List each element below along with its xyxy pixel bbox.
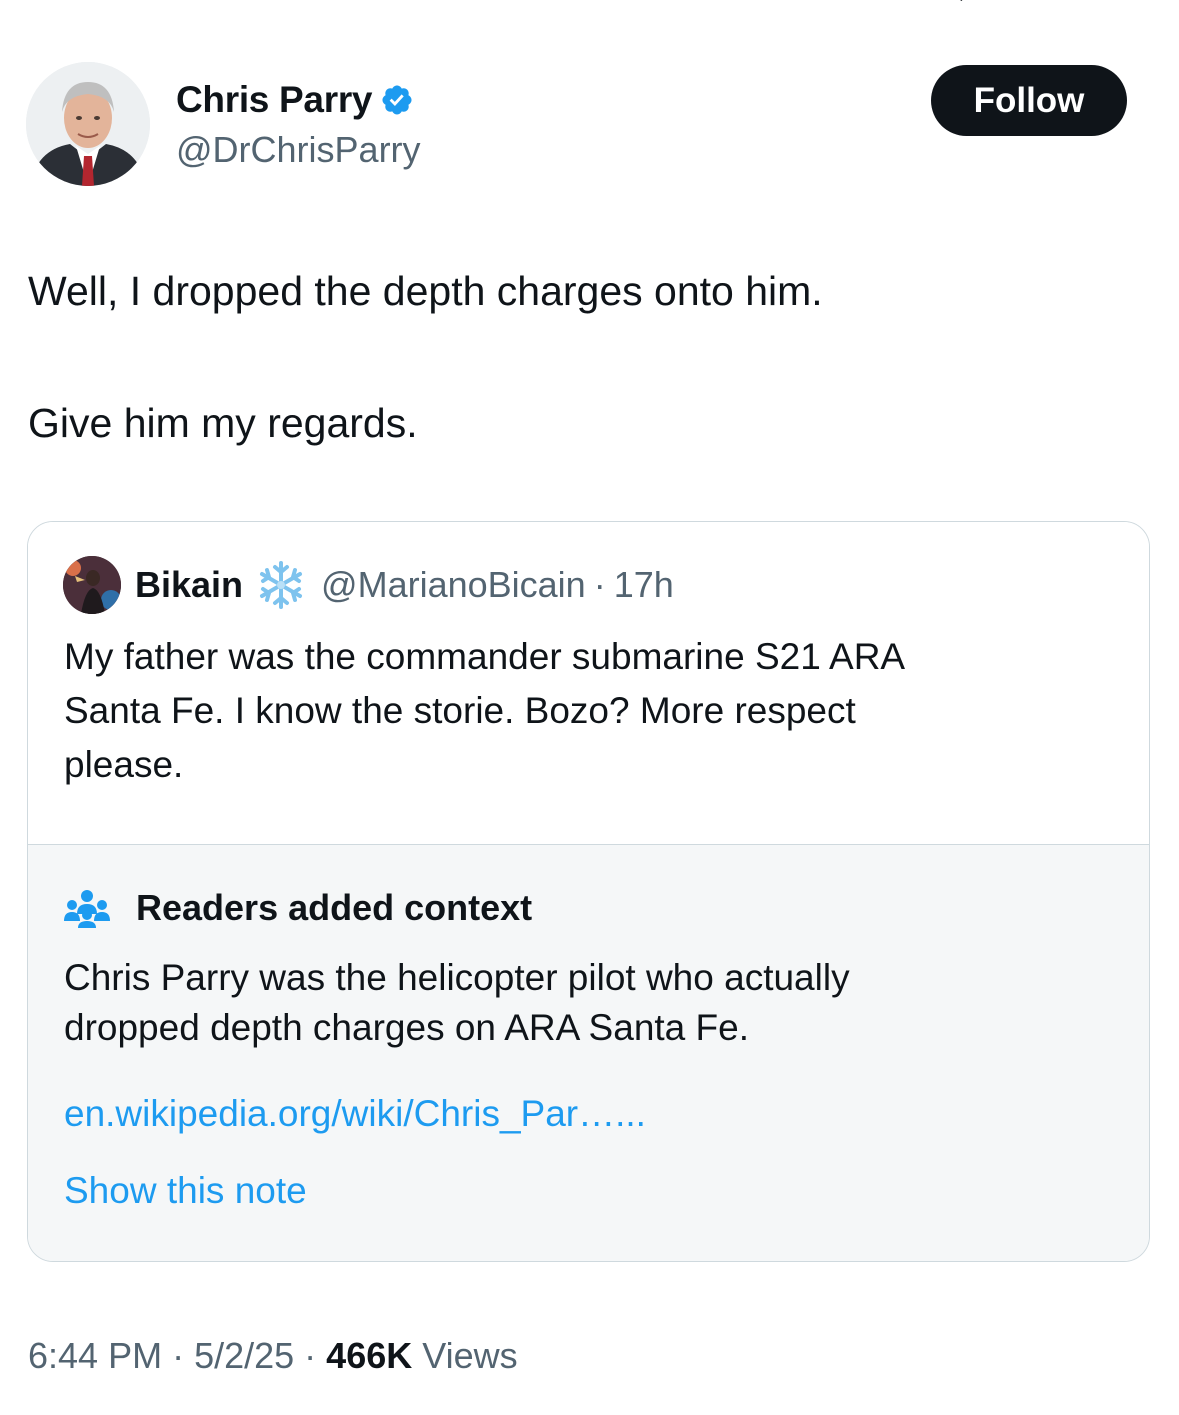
quoted-tweet-text: My father was the commander submarine S2…	[64, 630, 1104, 792]
views-label: Views	[422, 1335, 518, 1376]
quoted-timestamp[interactable]: 17h	[614, 564, 674, 606]
snowflake-icon	[260, 561, 303, 609]
quoted-text-line: please.	[64, 744, 184, 785]
quoted-separator: ·	[593, 564, 606, 605]
note-text-line: Chris Parry was the helicopter pilot who…	[64, 957, 850, 998]
community-note-header: Readers added context	[64, 887, 532, 929]
meta-separator: ·	[304, 1335, 317, 1376]
tweet-text-line-1: Well, I dropped the depth charges onto h…	[28, 268, 823, 314]
quoted-text-line: Santa Fe. I know the storie. Bozo? More …	[64, 690, 856, 731]
show-this-note-link[interactable]: Show this note	[64, 1170, 307, 1212]
tweet-time[interactable]: 6:44 PM	[28, 1335, 162, 1377]
community-note: Readers added context Chris Parry was th…	[28, 844, 1149, 1261]
tweet-text-line-2: Give him my regards.	[28, 400, 418, 446]
note-text-line: dropped depth charges on ARA Santa Fe.	[64, 1007, 749, 1048]
author-name-row[interactable]: Chris Parry	[176, 78, 414, 122]
tweet-meta: 6:44 PM · 5/2/25 · 466K Views	[28, 1335, 518, 1377]
follow-button[interactable]: Follow	[931, 65, 1127, 136]
quoted-author-avatar[interactable]	[63, 556, 121, 614]
quoted-tweet-header: Bikain @MarianoBicain · 17h	[63, 556, 674, 614]
verified-badge-icon	[382, 85, 412, 115]
people-icon	[64, 890, 110, 928]
author-avatar[interactable]	[26, 62, 150, 186]
tweet-date[interactable]: 5/2/25	[194, 1335, 294, 1377]
quoted-text-line: My father was the commander submarine S2…	[64, 636, 906, 677]
author-display-name[interactable]: Chris Parry	[176, 78, 373, 122]
quoted-tweet-card[interactable]: Bikain @MarianoBicain · 17h My father wa…	[27, 521, 1150, 1262]
quoted-tweet[interactable]: Bikain @MarianoBicain · 17h My father wa…	[28, 522, 1149, 844]
views-count: 466K	[326, 1335, 413, 1376]
author-handle[interactable]: @DrChrisParry	[176, 128, 421, 172]
quoted-display-name[interactable]: Bikain	[135, 564, 243, 606]
community-note-title: Readers added context	[136, 887, 533, 928]
community-note-text: Chris Parry was the helicopter pilot who…	[64, 953, 1104, 1053]
quoted-avatar-image	[63, 556, 121, 614]
community-note-source-link[interactable]: en.wikipedia.org/wiki/Chris_Par…...	[64, 1093, 646, 1135]
author-avatar-image	[26, 62, 150, 186]
meta-separator: ·	[172, 1335, 185, 1376]
quoted-handle[interactable]: @MarianoBicain	[321, 564, 586, 606]
cropped-icon-fragment	[960, 0, 963, 2]
